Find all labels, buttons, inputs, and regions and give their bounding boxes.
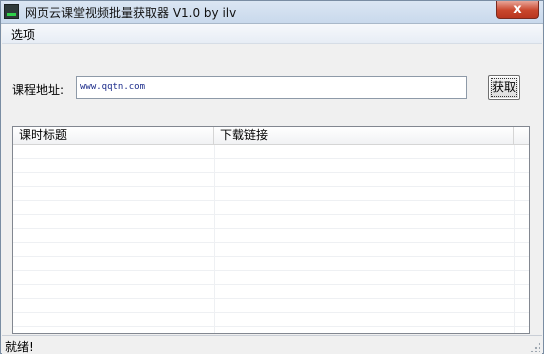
column-divider [214,159,215,172]
column-divider [514,243,515,256]
close-button[interactable]: x [496,1,539,19]
column-header-lesson-title[interactable]: 课时标题 [13,127,214,144]
list-row-empty [13,243,529,257]
column-divider [214,313,215,326]
column-divider [514,215,515,228]
column-header-download-link[interactable]: 下载链接 [214,127,514,144]
column-divider [214,243,215,256]
list-row-empty [13,299,529,313]
column-divider [214,257,215,270]
column-divider [214,271,215,284]
column-divider [514,201,515,214]
menu-bar: 选项 [2,24,542,44]
list-row-empty [13,285,529,299]
list-header: 课时标题 下载链接 [13,127,529,145]
fetch-button[interactable]: 获取 [488,75,520,100]
column-divider [214,145,215,158]
status-bar: 就绪! [2,335,542,354]
column-divider [514,285,515,298]
column-divider [214,299,215,312]
column-divider [514,145,515,158]
column-divider [214,215,215,228]
list-row-empty [13,229,529,243]
list-row-empty [13,173,529,187]
app-icon [4,4,19,19]
column-divider [214,229,215,242]
list-row-empty [13,327,529,333]
list-row-empty [13,187,529,201]
status-text: 就绪! [5,340,34,354]
resize-grip[interactable] [530,342,540,352]
list-body [13,145,529,333]
app-window: 网页云课堂视频批量获取器 V1.0 by ilv x 选项 课程地址: www.… [0,0,544,354]
column-divider [214,285,215,298]
list-row-empty [13,271,529,285]
column-divider [514,173,515,186]
list-row-empty [13,159,529,173]
column-divider [214,327,215,333]
lesson-list[interactable]: 课时标题 下载链接 [12,126,530,334]
title-bar[interactable]: 网页云课堂视频批量获取器 V1.0 by ilv x [1,1,543,24]
list-row-empty [13,145,529,159]
menu-item-options[interactable]: 选项 [11,26,35,43]
column-divider [514,313,515,326]
list-row-empty [13,215,529,229]
list-row-empty [13,313,529,327]
column-divider [514,327,515,333]
column-divider [514,299,515,312]
course-address-label: 课程地址: [12,83,65,97]
column-divider [214,201,215,214]
column-divider [514,271,515,284]
column-divider [514,159,515,172]
list-row-empty [13,201,529,215]
column-divider [214,187,215,200]
window-title: 网页云课堂视频批量获取器 V1.0 by ilv [25,6,237,20]
column-header-filler [514,127,529,144]
course-address-input[interactable]: www.qqtn.com [76,76,467,99]
column-divider [514,187,515,200]
list-row-empty [13,257,529,271]
column-divider [214,173,215,186]
column-divider [514,229,515,242]
column-divider [514,257,515,270]
